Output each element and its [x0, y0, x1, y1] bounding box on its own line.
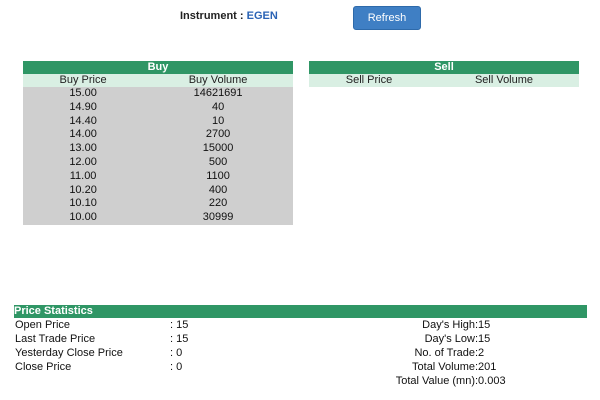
buy-volume-cell: 400 — [143, 183, 293, 198]
buy-volume-cell: 500 — [143, 155, 293, 170]
total-value-label: Total Value (mn) — [395, 375, 475, 387]
no-of-trade-row: No. of Trade:2 — [350, 346, 550, 360]
sell-table-title: Sell — [309, 61, 579, 74]
table-row: 14.00 2700 — [23, 128, 293, 143]
yesterday-close-price-value: : 0 — [170, 347, 183, 359]
last-trade-price-label: Last Trade Price — [15, 333, 96, 345]
table-row: 10.10 220 — [23, 197, 293, 212]
buy-price-cell: 14.40 — [23, 114, 144, 129]
buy-volume-cell: 14621691 — [143, 87, 293, 101]
table-row: 11.00 1100 — [23, 169, 293, 184]
buy-price-cell: 11.00 — [23, 169, 144, 184]
table-row: 12.00 500 — [23, 155, 293, 170]
buy-volume-cell: 15000 — [143, 142, 293, 156]
total-value-row: Total Value (mn):0.003 — [350, 374, 550, 388]
buy-price-cell: 10.00 — [23, 211, 144, 225]
sell-price-header: Sell Price — [309, 74, 429, 87]
close-price-label: Close Price — [15, 361, 72, 373]
days-low-label: Day's Low — [424, 333, 475, 345]
last-trade-price-value: : 15 — [170, 333, 189, 345]
table-row: 14.90 40 — [23, 100, 293, 115]
days-high-label: Day's High — [422, 319, 475, 331]
buy-price-cell: 13.00 — [23, 142, 144, 156]
buy-volume-cell: 40 — [143, 100, 293, 115]
total-volume-row: Total Volume:201 — [350, 360, 550, 374]
table-row: 15.00 14621691 — [23, 87, 293, 101]
total-volume-value: :201 — [475, 361, 497, 373]
buy-volume-cell: 10 — [143, 114, 293, 129]
sell-volume-header: Sell Volume — [428, 74, 579, 87]
instrument-label-group: Instrument : EGEN — [180, 10, 278, 22]
buy-price-cell: 12.00 — [23, 155, 144, 170]
table-row: 13.00 15000 — [23, 142, 293, 156]
table-row: 10.00 30999 — [23, 211, 293, 225]
open-price-label: Open Price — [15, 319, 71, 331]
total-value-value: :0.003 — [475, 375, 506, 387]
close-price-value: : 0 — [170, 361, 183, 373]
buy-table-title: Buy — [23, 61, 293, 74]
buy-price-cell: 14.00 — [23, 128, 144, 143]
table-row: 10.20 400 — [23, 183, 293, 198]
buy-price-cell: 15.00 — [23, 87, 144, 101]
days-high-row: Day's High:15 — [350, 318, 550, 332]
buy-price-cell: 10.20 — [23, 183, 144, 198]
buy-volume-cell: 30999 — [143, 211, 293, 225]
total-volume-label: Total Volume — [412, 361, 475, 373]
days-low-value: :15 — [475, 333, 491, 345]
buy-volume-cell: 2700 — [143, 128, 293, 143]
buy-table: Buy Buy Price Buy Volume 15.00 14621691 … — [23, 61, 293, 225]
days-low-row: Day's Low:15 — [350, 332, 550, 346]
buy-price-header: Buy Price — [23, 74, 144, 87]
days-high-value: :15 — [475, 319, 491, 331]
open-price-value: : 15 — [170, 319, 189, 331]
buy-price-cell: 14.90 — [23, 100, 144, 115]
no-of-trade-value: :2 — [475, 347, 485, 359]
instrument-code: EGEN — [246, 10, 278, 22]
buy-price-cell: 10.10 — [23, 197, 144, 212]
yesterday-close-price-label: Yesterday Close Price — [15, 347, 123, 359]
buy-volume-cell: 1100 — [143, 169, 293, 184]
instrument-label: Instrument : — [180, 10, 244, 22]
no-of-trade-label: No. of Trade — [414, 347, 475, 359]
sell-table: Sell Sell Price Sell Volume — [309, 61, 579, 87]
buy-volume-header: Buy Volume — [143, 74, 293, 87]
refresh-button[interactable]: Refresh — [353, 6, 421, 30]
buy-volume-cell: 220 — [143, 197, 293, 212]
table-row: 14.40 10 — [23, 114, 293, 129]
price-statistics-title: Price Statistics — [14, 305, 587, 318]
